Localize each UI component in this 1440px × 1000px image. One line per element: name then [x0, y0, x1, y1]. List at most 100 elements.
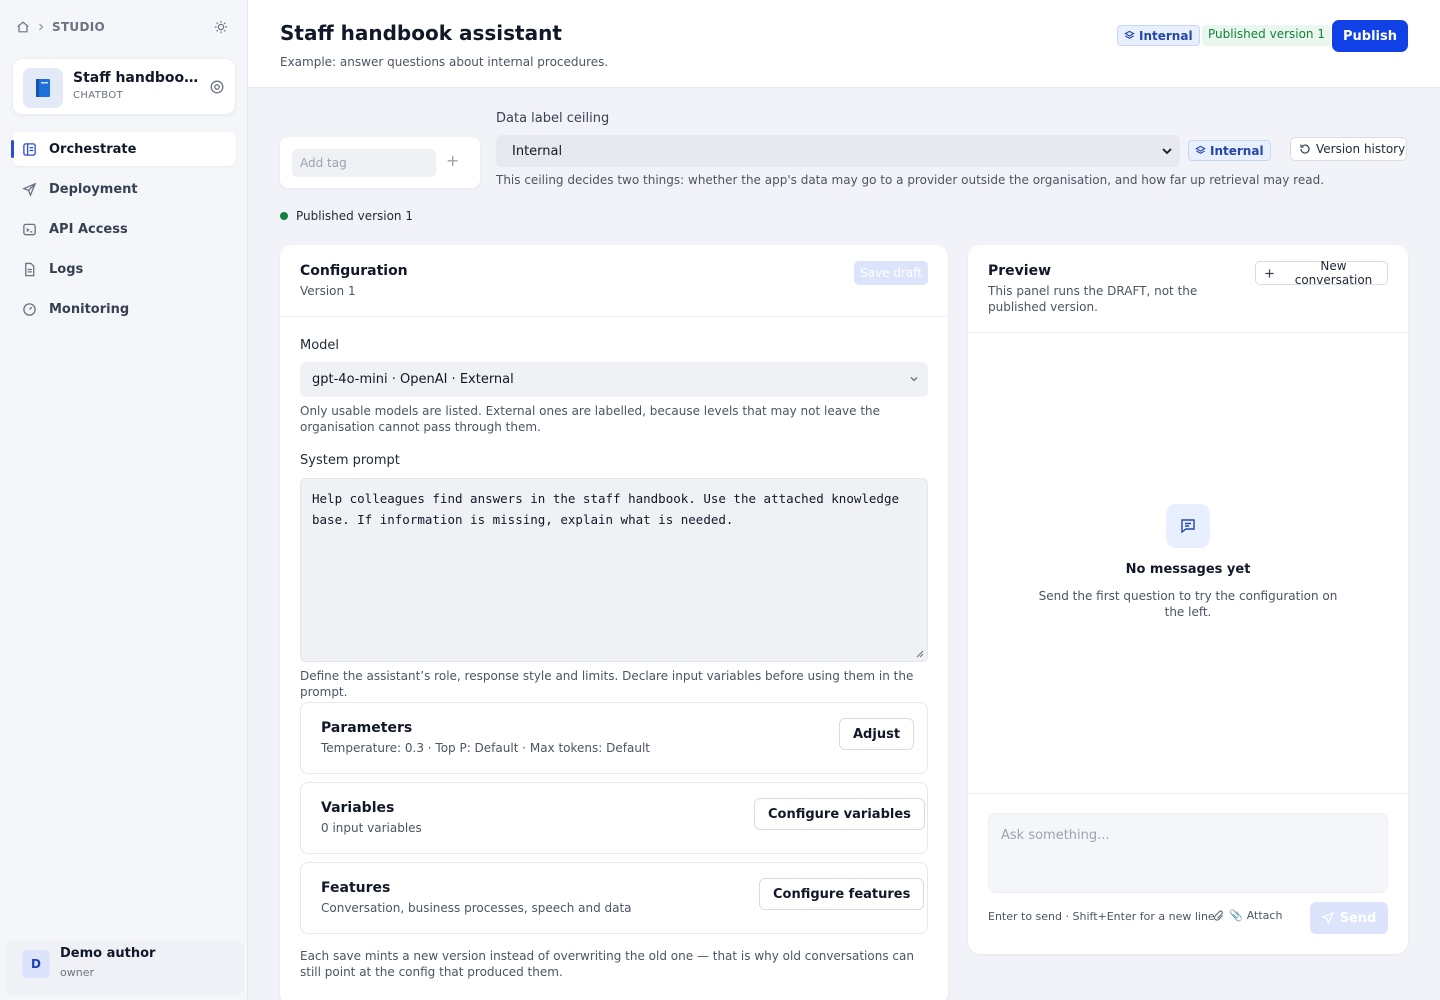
preview-title: Preview	[988, 263, 1052, 279]
breadcrumb: STUDIO	[16, 20, 232, 34]
sidebar-item-logs[interactable]: Logs	[12, 252, 236, 286]
file-icon	[22, 262, 37, 277]
page-title: Staff handbook assistant	[280, 21, 562, 45]
layers-icon	[1124, 30, 1135, 41]
home-icon[interactable]	[16, 20, 30, 34]
tag-editor: +	[280, 137, 480, 188]
message-input[interactable]	[988, 813, 1388, 893]
sidebar-item-label: Logs	[49, 261, 84, 277]
configure-variables-button[interactable]: Configure variables	[754, 798, 925, 830]
model-label: Model	[300, 338, 340, 353]
send-icon	[1321, 912, 1334, 924]
ceiling-select[interactable]: Internal	[496, 135, 1180, 167]
empty-state-subtitle: Send the first question to try the confi…	[1038, 589, 1338, 619]
sidebar-item-label: Orchestrate	[49, 141, 137, 157]
attach-button[interactable]: 📎 Attach	[1213, 909, 1282, 922]
configuration-version: Version 1	[300, 284, 356, 298]
section-subtitle: Conversation, business processes, speech…	[321, 901, 632, 915]
configuration-title: Configuration	[300, 263, 408, 279]
configuration-header: Configuration Version 1 Save draft	[280, 245, 948, 317]
user-role: owner	[60, 966, 94, 979]
avatar: D	[22, 950, 50, 978]
system-prompt-textarea[interactable]: Help colleagues find answers in the staf…	[300, 478, 928, 662]
app-type: CHATBOT	[73, 90, 124, 101]
user-card[interactable]: D Demo author owner	[6, 940, 244, 996]
section-subtitle: 0 input variables	[321, 821, 422, 835]
chevron-down-icon	[1160, 144, 1174, 158]
variables-section: Variables 0 input variables Configure va…	[300, 782, 928, 854]
section-title: Variables	[321, 800, 395, 816]
settings-icon[interactable]	[209, 79, 225, 95]
configure-features-button[interactable]: Configure features	[759, 878, 925, 910]
sidebar-item-orchestrate[interactable]: Orchestrate	[11, 132, 236, 166]
app-name: Staff handbook ...	[73, 70, 201, 86]
section-title: Features	[321, 880, 391, 896]
layers-icon	[1195, 145, 1206, 156]
version-history-button[interactable]: Version history	[1290, 137, 1407, 161]
paperclip-emoji-icon: 📎	[1229, 909, 1243, 922]
add-tag-button[interactable]: +	[446, 151, 459, 170]
attach-label: Attach	[1246, 909, 1283, 922]
badge-label: Internal	[1210, 143, 1264, 158]
sidebar-item-label: API Access	[49, 221, 128, 237]
status-text: Published version 1	[296, 209, 413, 223]
features-section: Features Conversation, business processe…	[300, 862, 928, 934]
user-name: Demo author	[60, 946, 156, 961]
theme-toggle-icon[interactable]	[214, 20, 228, 34]
send-label: Send	[1339, 910, 1377, 926]
history-icon	[1299, 143, 1311, 155]
adjust-button[interactable]: Adjust	[839, 718, 915, 750]
sidebar-item-label: Monitoring	[49, 301, 130, 317]
divider	[968, 793, 1408, 794]
page-subtitle: Example: answer questions about internal…	[280, 55, 609, 69]
sidebar-item-api-access[interactable]: API Access	[12, 212, 236, 246]
layout-icon	[22, 142, 37, 157]
send-button[interactable]: Send	[1310, 902, 1388, 934]
ceiling-badge: Internal	[1188, 140, 1271, 161]
badge-label: Internal	[1139, 28, 1193, 43]
terminal-icon	[22, 222, 37, 237]
model-select[interactable]: gpt-4o-mini · OpenAI · External	[300, 362, 928, 397]
empty-state-title: No messages yet	[1125, 562, 1251, 577]
parameters-section: Parameters Temperature: 0.3 · Top P: Def…	[300, 702, 928, 774]
system-prompt-text: Help colleagues find answers in the staf…	[312, 491, 899, 527]
app-card[interactable]: Staff handbook ... CHATBOT	[12, 58, 236, 115]
book-icon	[23, 68, 63, 108]
publish-status: Published version 1	[280, 209, 413, 223]
configuration-panel: Configuration Version 1 Save draft Model…	[280, 245, 948, 1000]
keyboard-hint: Enter to send · Shift+Enter for a new li…	[988, 910, 1215, 923]
status-dot	[280, 212, 288, 220]
ceiling-label: Data label ceiling	[496, 111, 610, 126]
resize-handle-icon[interactable]	[916, 650, 924, 658]
system-prompt-help: Define the assistant’s role, response st…	[300, 669, 914, 699]
preview-header: Preview This panel runs the DRAFT, not t…	[968, 245, 1408, 333]
breadcrumb-studio[interactable]: STUDIO	[52, 20, 105, 34]
sidebar-item-deployment[interactable]: Deployment	[12, 172, 236, 206]
new-conversation-button[interactable]: New conversation	[1255, 259, 1388, 287]
preview-subtitle: This panel runs the DRAFT, not the publi…	[988, 284, 1198, 314]
chevron-right-icon	[36, 22, 46, 32]
preview-panel: Preview This panel runs the DRAFT, not t…	[968, 245, 1408, 954]
model-help: Only usable models are listed. External …	[300, 404, 881, 434]
plus-icon	[1264, 268, 1275, 279]
data-label-badge: Internal	[1117, 25, 1200, 46]
publish-button[interactable]: Publish	[1332, 20, 1408, 52]
sidebar-item-monitoring[interactable]: Monitoring	[12, 292, 236, 326]
versioning-note: Each save mints a new version instead of…	[300, 949, 914, 979]
model-value: gpt-4o-mini · OpenAI · External	[312, 372, 514, 387]
section-subtitle: Temperature: 0.3 · Top P: Default · Max …	[321, 741, 650, 755]
tag-input[interactable]	[292, 149, 436, 177]
sidebar-nav: Orchestrate Deployment API Access Logs M…	[11, 132, 236, 332]
status-badge: Published version 1	[1202, 25, 1331, 46]
new-conversation-label: New conversation	[1294, 259, 1373, 287]
save-draft-button[interactable]: Save draft	[854, 261, 928, 285]
version-history-label: Version history	[1316, 142, 1406, 156]
system-prompt-label: System prompt	[300, 453, 400, 468]
chevron-down-icon	[908, 373, 920, 385]
section-title: Parameters	[321, 720, 413, 736]
sidebar: STUDIO Staff handbook ... CHATBOT Orches…	[0, 0, 248, 1000]
gauge-icon	[22, 302, 37, 317]
paperclip-icon	[1213, 909, 1225, 922]
send-icon	[22, 182, 37, 197]
chat-bubble-icon	[1166, 504, 1210, 548]
